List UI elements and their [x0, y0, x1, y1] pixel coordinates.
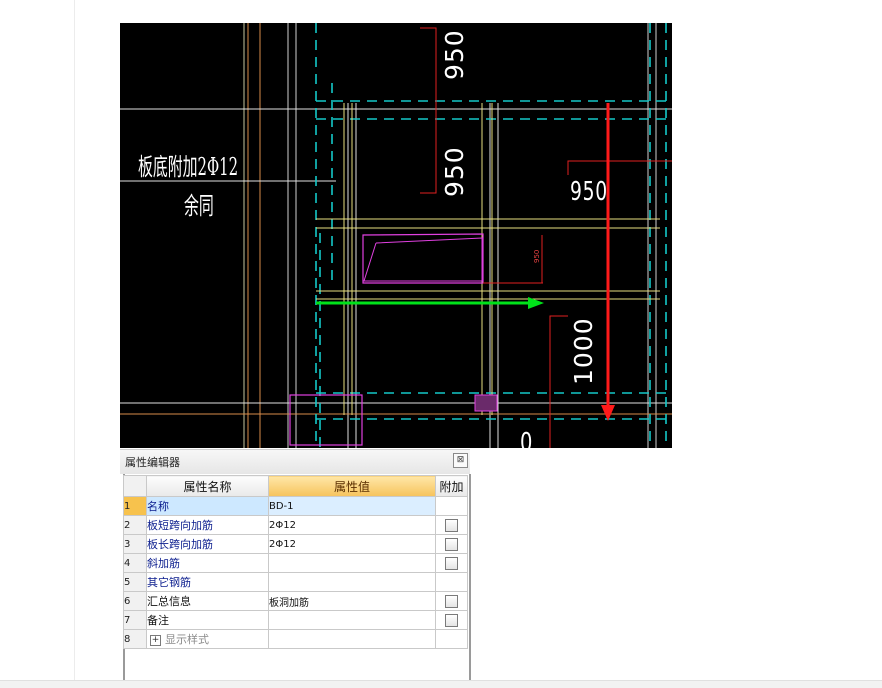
row-number-header	[123, 475, 147, 497]
dimension-bottom: 1000	[569, 317, 598, 385]
property-value[interactable]: 2Φ12	[268, 515, 436, 535]
column-header-extra[interactable]: 附加	[435, 475, 468, 497]
row-number: 4	[123, 553, 147, 573]
table-row[interactable]: 5 其它钢筋	[123, 572, 468, 592]
extra-cell	[435, 515, 468, 535]
svg-text:950: 950	[533, 250, 541, 263]
extra-cell	[435, 553, 468, 573]
property-value[interactable]	[268, 553, 436, 573]
expand-icon[interactable]: +	[150, 634, 161, 646]
rebar-annotation-sub: 余同	[184, 192, 214, 220]
row-number: 1	[123, 496, 147, 516]
extra-checkbox[interactable]	[445, 556, 458, 570]
extra-checkbox[interactable]	[445, 537, 458, 551]
column-header-name[interactable]: 属性名称	[146, 475, 269, 497]
row-number: 5	[123, 572, 147, 592]
table-row[interactable]: 6 汇总信息 板洞加筋	[123, 591, 468, 611]
rebar-annotation: 板底附加2Φ12	[138, 153, 239, 181]
property-value[interactable]	[268, 572, 436, 592]
property-name[interactable]: 板短跨向加筋	[146, 515, 269, 535]
property-name[interactable]: 汇总信息	[146, 591, 269, 611]
table-header-row: 属性名称 属性值 附加	[123, 475, 468, 497]
row-number: 2	[123, 515, 147, 535]
extra-cell	[435, 610, 468, 630]
extra-checkbox[interactable]	[445, 594, 458, 608]
extra-cell	[435, 496, 468, 516]
property-name[interactable]: 斜加筋	[146, 553, 269, 573]
table-row[interactable]: 7 备注	[123, 610, 468, 630]
close-icon[interactable]: ⊠	[453, 453, 468, 468]
property-table: 属性名称 属性值 附加 1 名称 BD-1 2 板短跨向加筋 2Φ12 3 板长…	[123, 475, 468, 649]
extra-cell	[435, 591, 468, 611]
dimension-middle: 950	[440, 146, 469, 197]
dimension-partial: 0	[520, 428, 534, 448]
property-value[interactable]	[268, 610, 436, 630]
property-editor-panel: 属性编辑器 ⊠ 属性名称 属性值 附加 1 名称 BD-1 2 板短跨向加筋 2…	[120, 449, 471, 680]
dimension-top: 950	[440, 29, 469, 80]
table-row[interactable]: 2 板短跨向加筋 2Φ12	[123, 515, 468, 535]
table-row[interactable]: 8 + 显示样式	[123, 629, 468, 649]
property-value[interactable]: BD-1	[268, 496, 436, 516]
property-name-label: 显示样式	[165, 633, 209, 646]
extra-cell	[435, 629, 468, 649]
property-name[interactable]: + 显示样式	[146, 629, 269, 649]
table-row[interactable]: 3 板长跨向加筋 2Φ12	[123, 534, 468, 554]
row-number: 8	[123, 629, 147, 649]
property-value[interactable]: 2Φ12	[268, 534, 436, 554]
table-row[interactable]: 1 名称 BD-1	[123, 496, 468, 516]
row-number: 7	[123, 610, 147, 630]
property-editor-titlebar[interactable]: 属性编辑器 ⊠	[120, 449, 470, 474]
property-editor-title: 属性编辑器	[125, 456, 180, 469]
property-name[interactable]: 备注	[146, 610, 269, 630]
extra-cell	[435, 534, 468, 554]
cad-drawing-canvas[interactable]: 950 板底附加2Φ12 余同 950 950 950 1000 0	[120, 23, 672, 448]
property-name[interactable]: 其它钢筋	[146, 572, 269, 592]
extra-checkbox[interactable]	[445, 613, 458, 627]
extra-checkbox[interactable]	[445, 518, 458, 532]
row-number: 3	[123, 534, 147, 554]
property-name[interactable]: 板长跨向加筋	[146, 534, 269, 554]
column-header-value[interactable]: 属性值	[268, 475, 436, 497]
property-value[interactable]: 板洞加筋	[268, 591, 436, 611]
extra-cell	[435, 572, 468, 592]
property-name[interactable]: 名称	[146, 496, 269, 516]
row-number: 6	[123, 591, 147, 611]
property-value[interactable]	[268, 629, 436, 649]
dimension-right: 950	[570, 177, 608, 207]
page-left-rule	[74, 0, 75, 680]
table-row[interactable]: 4 斜加筋	[123, 553, 468, 573]
